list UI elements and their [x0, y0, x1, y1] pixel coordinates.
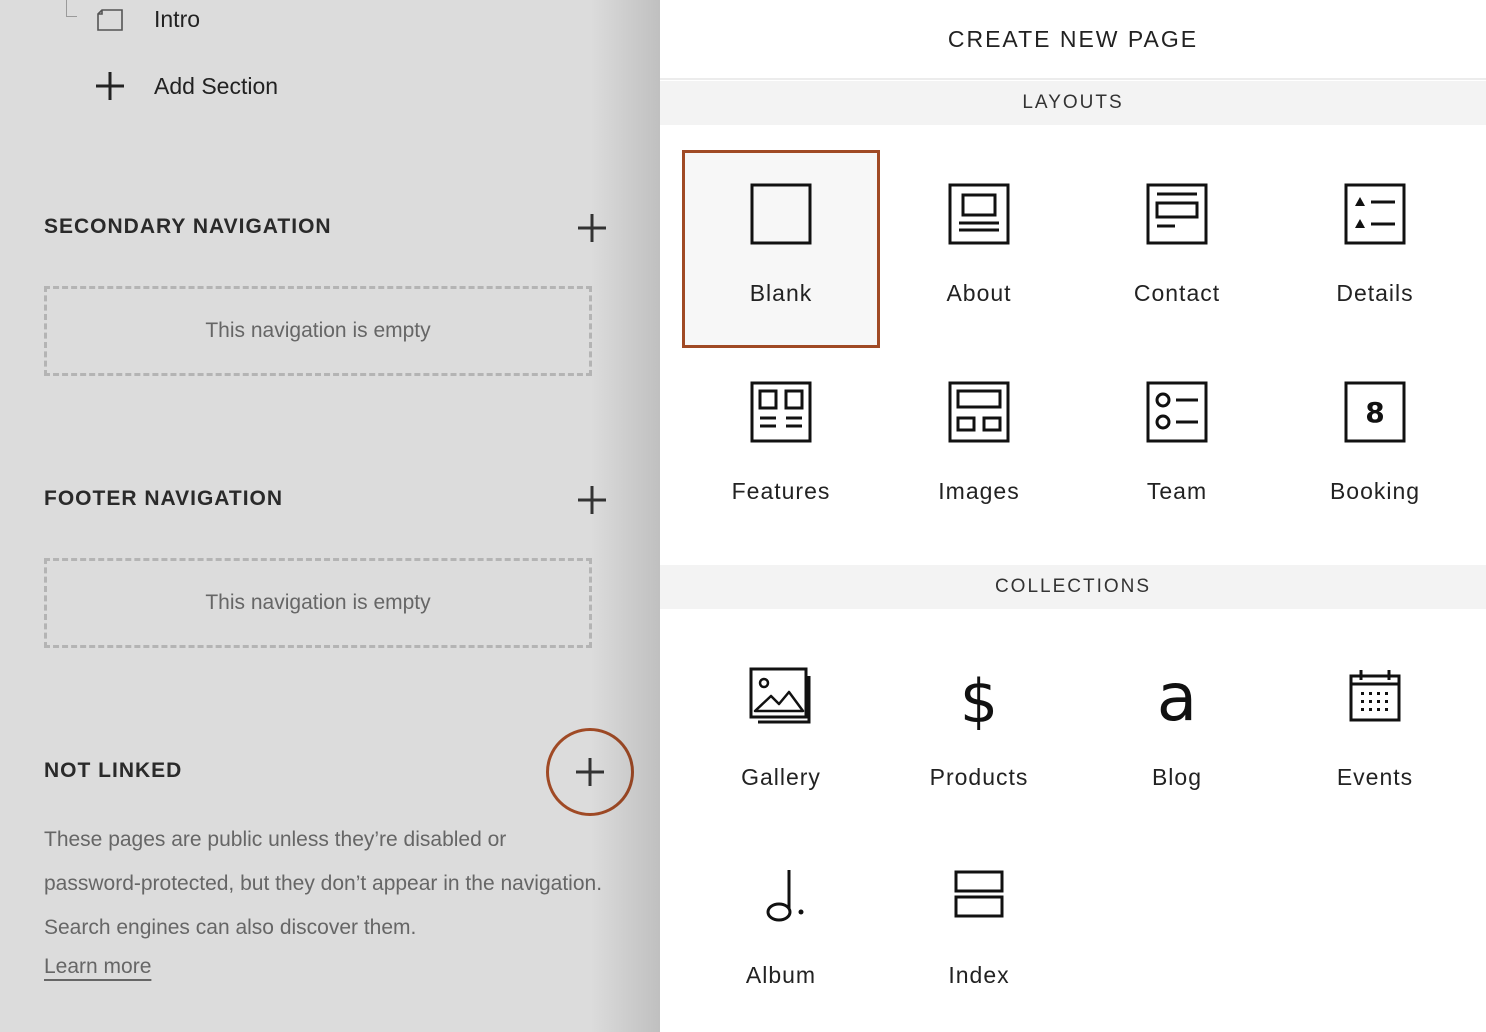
layout-tile-details[interactable]: Details — [1276, 150, 1474, 348]
create-page-panel: CREATE NEW PAGE LAYOUTS Blank About Cont… — [660, 0, 1486, 1032]
tile-label: Team — [1146, 478, 1208, 504]
blank-page-icon — [750, 183, 812, 245]
calendar-icon — [1349, 670, 1401, 722]
svg-text:8: 8 — [1365, 396, 1384, 429]
layouts-section-header: LAYOUTS — [660, 81, 1486, 125]
tile-label: Images — [938, 478, 1020, 504]
collection-tile-products[interactable]: $ Products — [880, 634, 1078, 832]
tile-label: Index — [948, 962, 1010, 988]
collection-tile-gallery[interactable]: Gallery — [682, 634, 880, 832]
footer-navigation-heading: FOOTER NAVIGATION — [44, 487, 284, 510]
team-layout-icon — [1146, 381, 1208, 443]
gallery-icon — [749, 667, 811, 724]
tile-label: Events — [1336, 764, 1414, 790]
layout-tile-images[interactable]: Images — [880, 348, 1078, 546]
tile-label: Features — [731, 478, 831, 504]
plus-icon — [576, 758, 604, 786]
music-note-icon — [766, 870, 804, 922]
index-stack-icon — [954, 870, 1004, 918]
add-footer-nav-icon[interactable] — [576, 484, 608, 516]
learn-more-link[interactable]: Learn more — [44, 955, 151, 979]
features-layout-icon — [750, 381, 812, 443]
tile-label: Booking — [1329, 478, 1421, 504]
secondary-nav-empty-state[interactable]: This navigation is empty — [44, 286, 592, 376]
tile-label: Contact — [1133, 280, 1221, 306]
collections-section-header: COLLECTIONS — [660, 565, 1486, 609]
tile-label: Products — [929, 764, 1029, 790]
tile-label: Album — [745, 962, 817, 988]
tile-label: Blank — [749, 280, 813, 306]
layout-tile-team[interactable]: Team — [1078, 348, 1276, 546]
pages-sidebar: Intro Add Section SECONDARY NAVIGATION T… — [0, 0, 660, 1032]
collection-tile-album[interactable]: Album — [682, 832, 880, 1030]
tile-label: About — [946, 280, 1012, 306]
booking-calendar-icon: 8 — [1344, 381, 1406, 443]
layout-tile-about[interactable]: About — [880, 150, 1078, 348]
page-item-intro[interactable]: Intro — [154, 6, 200, 33]
add-not-linked-page-button[interactable] — [546, 728, 634, 816]
collection-tile-events[interactable]: Events — [1276, 634, 1474, 832]
svg-text:a: a — [1157, 666, 1197, 730]
page-icon — [97, 9, 123, 31]
add-section-button[interactable]: Add Section — [94, 70, 278, 102]
not-linked-description: These pages are public unless they’re di… — [44, 828, 603, 939]
layout-tile-blank[interactable]: Blank — [682, 150, 880, 348]
tile-label: Gallery — [741, 764, 821, 790]
contact-layout-icon — [1146, 183, 1208, 245]
add-section-label: Add Section — [154, 72, 279, 99]
tree-connector — [66, 0, 77, 17]
collection-tile-blog[interactable]: a Blog — [1078, 634, 1276, 832]
secondary-navigation-heading: SECONDARY NAVIGATION — [44, 215, 332, 238]
footer-nav-empty-state[interactable]: This navigation is empty — [44, 558, 592, 648]
collection-tile-index[interactable]: Index — [880, 832, 1078, 1030]
add-secondary-nav-icon[interactable] — [576, 212, 608, 244]
layout-tile-contact[interactable]: Contact — [1078, 150, 1276, 348]
plus-icon — [96, 72, 124, 100]
details-layout-icon — [1344, 183, 1406, 245]
not-linked-heading: NOT LINKED — [44, 759, 183, 782]
layout-tile-booking[interactable]: 8 Booking — [1276, 348, 1474, 546]
layout-tile-features[interactable]: Features — [682, 348, 880, 546]
about-layout-icon — [948, 183, 1010, 245]
create-new-page-title: CREATE NEW PAGE — [660, 0, 1486, 80]
tile-label: Details — [1336, 280, 1414, 306]
tile-label: Blog — [1151, 764, 1203, 790]
blog-letter-icon: a — [1157, 666, 1197, 730]
dollar-icon: $ — [960, 667, 998, 730]
svg-text:$: $ — [960, 667, 998, 730]
images-layout-icon — [948, 381, 1010, 443]
